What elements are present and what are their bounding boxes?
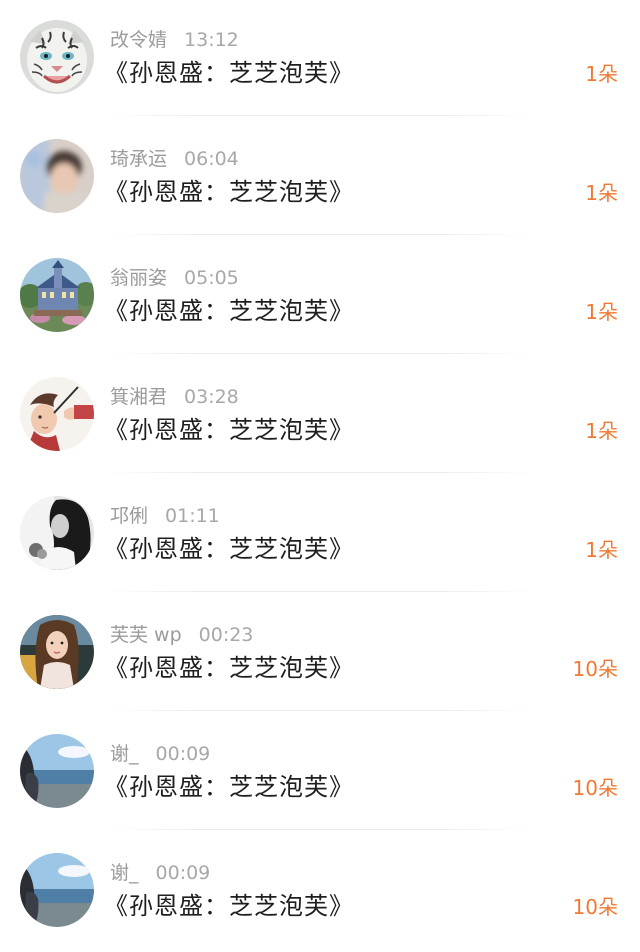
list-item[interactable]: 箕湘君 03:28 《孙恩盛：芝芝泡芙》 1朵 (0, 357, 640, 476)
send-time: 00:23 (198, 624, 254, 646)
gift-count: 1朵 (585, 300, 618, 324)
send-time: 03:28 (184, 386, 239, 408)
blurred-portrait-avatar[interactable] (20, 139, 94, 213)
sender-name[interactable]: 琦承运 (110, 148, 167, 170)
list-item[interactable]: 改令婧 13:12 《孙恩盛：芝芝泡芙》 1朵 (0, 0, 640, 119)
sender-info: 邛俐 01:11 (110, 503, 220, 529)
gift-count: 10朵 (572, 776, 618, 800)
white-tiger-avatar[interactable] (20, 20, 94, 94)
gift-title: 《孙恩盛：芝芝泡芙》 (104, 416, 354, 444)
sender-name[interactable]: 改令婧 (110, 29, 167, 51)
seaside-avatar[interactable] (20, 734, 94, 808)
sender-name[interactable]: 翁丽姿 (110, 267, 167, 289)
girl-selfie-avatar[interactable] (20, 615, 94, 689)
sender-info: 谢_ 00:09 (110, 860, 210, 886)
row-divider (110, 710, 530, 711)
sender-info: 琦承运 06:04 (110, 146, 239, 172)
sender-info: 改令婧 13:12 (110, 27, 239, 53)
row-divider (110, 829, 530, 830)
seaside-avatar[interactable] (20, 853, 94, 927)
gift-title: 《孙恩盛：芝芝泡芙》 (104, 892, 354, 920)
sender-info: 箕湘君 03:28 (110, 384, 239, 410)
row-divider (110, 472, 530, 473)
list-item[interactable]: 芙芙 wp 00:23 《孙恩盛：芝芝泡芙》 10朵 (0, 595, 640, 714)
send-time: 06:04 (184, 148, 239, 170)
gift-count: 1朵 (585, 62, 618, 86)
list-item[interactable]: 琦承运 06:04 《孙恩盛：芝芝泡芙》 1朵 (0, 119, 640, 238)
sender-name[interactable]: 谢_ (110, 862, 139, 884)
cartoon-man-avatar[interactable] (20, 377, 94, 451)
row-divider (110, 591, 530, 592)
sender-info: 芙芙 wp 00:23 (110, 622, 253, 648)
send-time: 00:09 (155, 743, 211, 765)
gift-title: 《孙恩盛：芝芝泡芙》 (104, 654, 354, 682)
row-divider (110, 234, 530, 235)
list-item[interactable]: 翁丽姿 05:05 《孙恩盛：芝芝泡芙》 1朵 (0, 238, 640, 357)
list-item[interactable]: 谢_ 00:09 《孙恩盛：芝芝泡芙》 10朵 (0, 833, 640, 952)
gift-title: 《孙恩盛：芝芝泡芙》 (104, 59, 354, 87)
sender-name[interactable]: 邛俐 (110, 505, 148, 527)
list-item[interactable]: 谢_ 00:09 《孙恩盛：芝芝泡芙》 10朵 (0, 714, 640, 833)
gift-title: 《孙恩盛：芝芝泡芙》 (104, 297, 354, 325)
gift-count: 1朵 (585, 419, 618, 443)
gift-title: 《孙恩盛：芝芝泡芙》 (104, 178, 354, 206)
send-time: 00:09 (155, 862, 211, 884)
list-item[interactable]: 邛俐 01:11 《孙恩盛：芝芝泡芙》 1朵 (0, 476, 640, 595)
gift-count: 1朵 (585, 538, 618, 562)
gift-title: 《孙恩盛：芝芝泡芙》 (104, 773, 354, 801)
sender-info: 谢_ 00:09 (110, 741, 210, 767)
sender-name[interactable]: 芙芙 wp (110, 624, 182, 646)
castle-painting-avatar[interactable] (20, 258, 94, 332)
sender-name[interactable]: 箕湘君 (110, 386, 167, 408)
gift-count: 10朵 (572, 895, 618, 919)
gift-title: 《孙恩盛：芝芝泡芙》 (104, 535, 354, 563)
row-divider (110, 353, 530, 354)
sender-name[interactable]: 谢_ (110, 743, 139, 765)
send-time: 05:05 (184, 267, 239, 289)
sender-info: 翁丽姿 05:05 (110, 265, 239, 291)
gift-record-list: 改令婧 13:12 《孙恩盛：芝芝泡芙》 1朵 琦承运 06:04 《孙恩盛：芝… (0, 0, 640, 949)
send-time: 01:11 (165, 505, 220, 527)
send-time: 13:12 (184, 29, 239, 51)
gift-count: 10朵 (572, 657, 618, 681)
gift-count: 1朵 (585, 181, 618, 205)
bw-girl-avatar[interactable] (20, 496, 94, 570)
row-divider (110, 115, 530, 116)
